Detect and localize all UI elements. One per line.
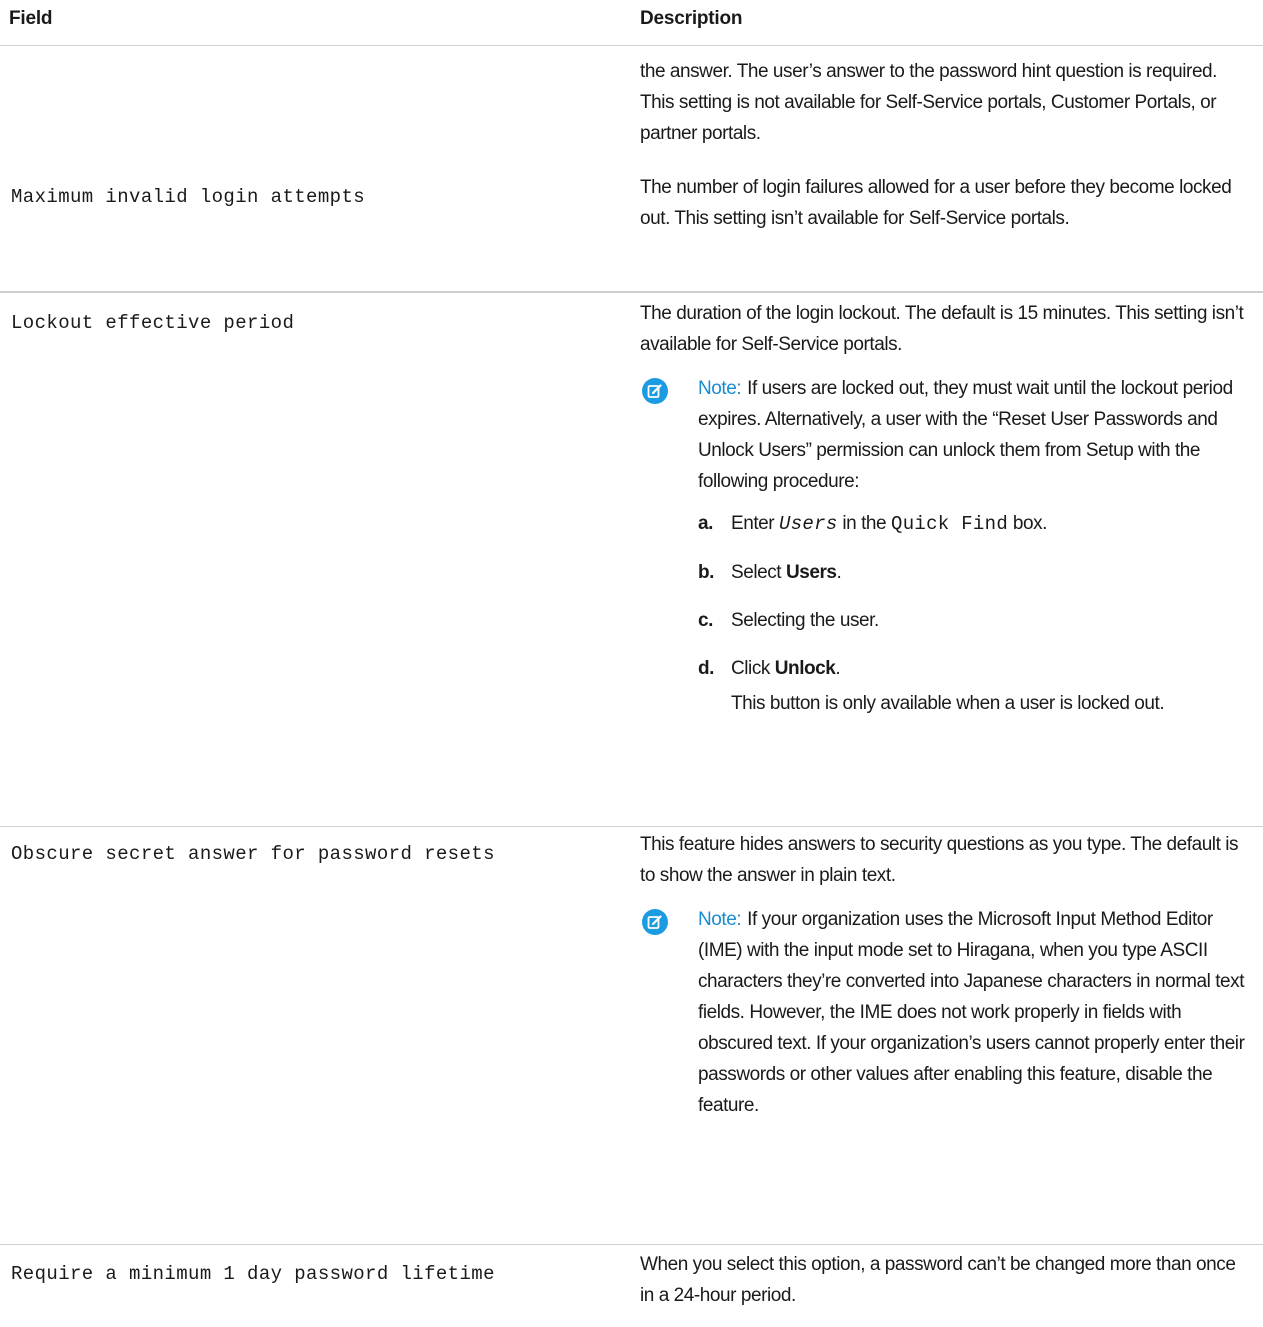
list-item: c. Selecting the user. bbox=[698, 605, 1252, 636]
note-text: If your organization uses the Microsoft … bbox=[698, 909, 1245, 1116]
step-text: box. bbox=[1012, 513, 1048, 534]
step-letter: d. bbox=[698, 658, 714, 679]
column-header-description: Description bbox=[640, 8, 743, 29]
table-row bbox=[0, 292, 1263, 293]
edit-note-icon bbox=[642, 909, 668, 935]
column-header-field: Field bbox=[9, 8, 53, 29]
field-name: Require a minimum 1 day password lifetim… bbox=[11, 1263, 495, 1285]
description-text: This feature hides answers to security q… bbox=[640, 834, 1239, 886]
step-letter: b. bbox=[698, 562, 714, 583]
step-text: Selecting the user. bbox=[731, 610, 879, 631]
description-text: The number of login failures allowed for… bbox=[640, 177, 1232, 229]
step-text: Click bbox=[731, 658, 770, 679]
edit-note-icon bbox=[642, 378, 668, 404]
step-ui-label: Unlock bbox=[774, 658, 836, 679]
procedure-steps: a. Enter Users in the Quick Find box. b.… bbox=[698, 508, 1252, 719]
description-cell: the answer. The user’s answer to the pas… bbox=[640, 56, 1252, 149]
step-code: Users bbox=[779, 513, 838, 535]
row-divider bbox=[0, 826, 1263, 827]
field-name: Lockout effective period bbox=[11, 312, 295, 334]
description-cell: The duration of the login lockout. The d… bbox=[640, 298, 1252, 719]
field-name: Maximum invalid login attempts bbox=[11, 186, 366, 208]
description-cell: This feature hides answers to security q… bbox=[640, 829, 1252, 1121]
step-text: . bbox=[835, 658, 841, 679]
step-ui-label: Users bbox=[785, 562, 837, 583]
row-divider bbox=[0, 291, 1263, 292]
step-text: Select bbox=[731, 562, 782, 583]
description-text: The duration of the login lockout. The d… bbox=[640, 303, 1244, 355]
row-divider bbox=[0, 1244, 1263, 1245]
step-note: This button is only available when a use… bbox=[731, 693, 1165, 714]
step-text: . bbox=[836, 562, 842, 583]
step-text: in the bbox=[842, 513, 887, 534]
list-item: d. Click Unlock. bbox=[698, 653, 1252, 684]
description-text: the answer. The user’s answer to the pas… bbox=[640, 61, 1218, 144]
step-code: Quick Find bbox=[891, 513, 1009, 535]
field-name: Obscure secret answer for password reset… bbox=[11, 843, 495, 865]
list-item: a. Enter Users in the Quick Find box. bbox=[698, 508, 1252, 540]
note-callout: Note: If users are locked out, they must … bbox=[640, 373, 1252, 719]
table-row: the answer. The user’s answer to the pas… bbox=[0, 46, 1263, 292]
note-label: Note: bbox=[698, 378, 742, 399]
step-letter: c. bbox=[698, 610, 713, 631]
description-text: When you select this option, a password … bbox=[640, 1254, 1236, 1306]
step-letter: a. bbox=[698, 513, 713, 534]
table-header: Field Description bbox=[0, 0, 1263, 46]
note-text: If users are locked out, they must wait … bbox=[698, 378, 1233, 492]
list-item: b. Select Users. bbox=[698, 557, 1252, 588]
note-callout: Note: If your organization uses the Micro… bbox=[640, 904, 1252, 1121]
note-label: Note: bbox=[698, 909, 742, 930]
step-text: Enter bbox=[731, 513, 775, 534]
